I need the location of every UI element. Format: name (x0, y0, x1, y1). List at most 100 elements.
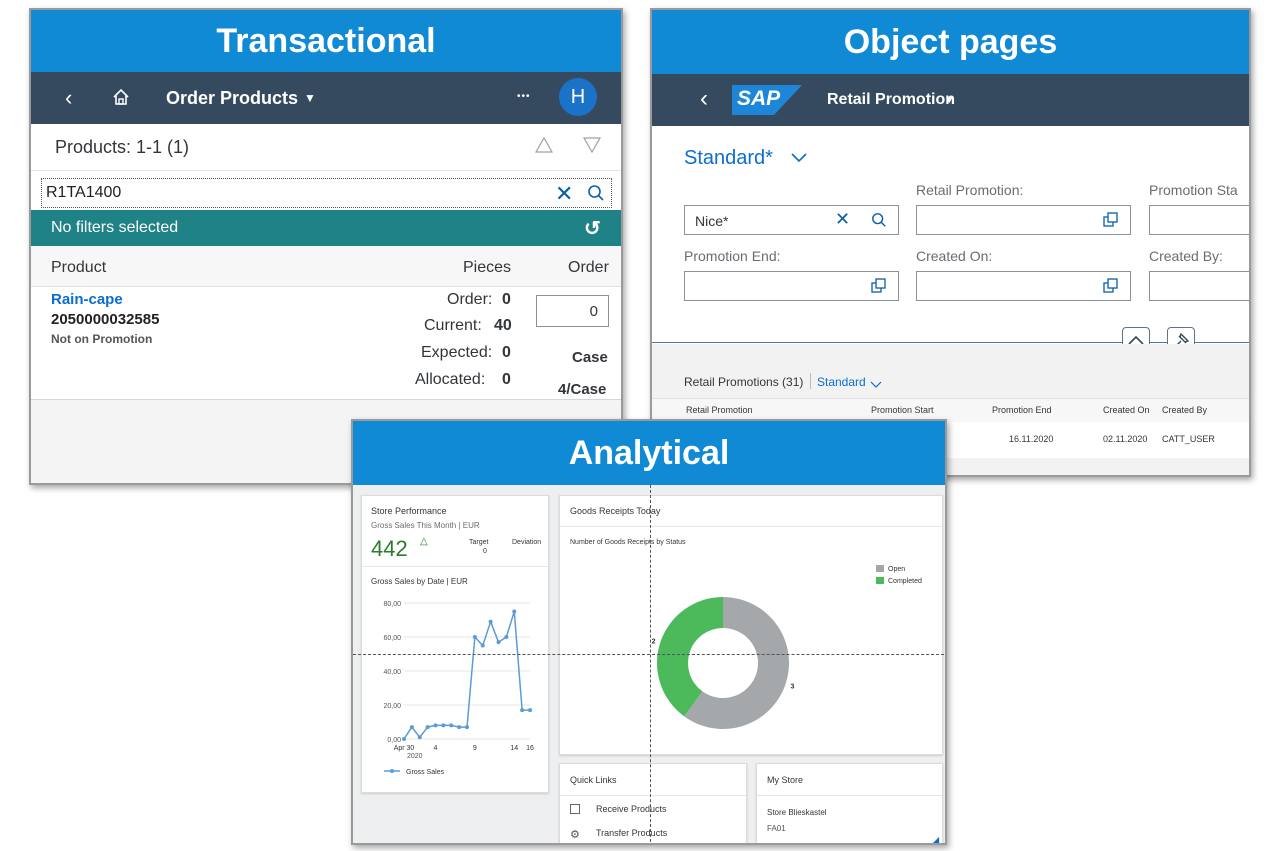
home-icon[interactable] (111, 87, 131, 112)
quick-links-card: Quick Links Receive Products ⚙ Transfer … (559, 763, 747, 843)
x-tick-label: 4 (434, 745, 438, 752)
y-tick-label: 20,00 (383, 703, 401, 710)
x-tick-label: 14 (510, 745, 518, 752)
data-point (441, 723, 446, 728)
object-pages-panel: Object pages ‹ SAP Retail Promotion ▼ St… (650, 8, 1251, 477)
table-row[interactable]: Rain-cape 2050000032585 Not on Promotion… (31, 287, 621, 400)
variant-selector[interactable]: Standard* (684, 147, 773, 170)
chart-subtitle: Number of Goods Receipts by Status (570, 539, 686, 546)
value-help-icon[interactable] (871, 278, 887, 299)
header-divider (652, 342, 1249, 343)
data-point (512, 609, 517, 614)
app-title[interactable]: Order Products (166, 88, 298, 109)
data-point (417, 735, 422, 740)
promotion-status: Not on Promotion (51, 332, 153, 346)
analytical-banner: Analytical (353, 421, 945, 485)
created-on-input[interactable] (916, 271, 1131, 301)
divider (560, 526, 942, 527)
transfer-icon: ⚙ (570, 829, 580, 841)
search-icon[interactable] (587, 184, 605, 207)
col-promotion-end: Promotion End (992, 405, 1052, 415)
data-point (465, 725, 469, 730)
x-tick-label: 16 (526, 745, 534, 752)
data-point (402, 737, 406, 741)
data-label: 2 (652, 638, 656, 645)
divider (757, 795, 942, 796)
goods-receipts-card[interactable]: Goods Receipts Today Number of Goods Rec… (559, 495, 943, 755)
allocated-label: Allocated: (415, 371, 486, 388)
label-promotion-end: Promotion End: (684, 248, 781, 264)
app-title[interactable]: Retail Promotion (827, 91, 955, 109)
created-by-input[interactable] (1149, 271, 1249, 301)
divider (560, 795, 746, 796)
current-label: Current: (424, 317, 482, 334)
kpi-value: 442 (371, 536, 408, 561)
sap-logo: SAP (732, 85, 802, 120)
store-name: Store Blieskastel (767, 808, 827, 817)
store-code: FA01 (767, 824, 786, 833)
order-quantity-value: 0 (589, 303, 598, 320)
analytical-panel: Analytical Store Performance Gross Sales… (351, 419, 947, 845)
target-value: 0 (483, 548, 487, 555)
value-help-icon[interactable] (1103, 212, 1119, 233)
table-variant[interactable]: Standard (817, 375, 866, 389)
data-point (409, 725, 414, 730)
sort-up-icon[interactable] (534, 135, 554, 160)
trend-up-icon: △ (420, 536, 428, 547)
promotion-start-input[interactable] (1149, 205, 1249, 235)
y-tick-label: 60,00 (383, 635, 401, 642)
search-input[interactable]: R1TA1400 ✕ (41, 178, 612, 208)
deviation-label: Deviation (512, 539, 542, 546)
my-store-card[interactable]: My Store Store Blieskastel FA01 ◢ (756, 763, 943, 843)
current-value: 40 (494, 317, 512, 334)
col-product: Product (51, 259, 107, 276)
order-quantity-input[interactable]: 0 (536, 295, 609, 327)
clear-icon[interactable]: ✕ (555, 181, 573, 207)
clear-icon[interactable]: ✕ (835, 209, 850, 230)
avatar[interactable]: H (559, 78, 597, 116)
search-icon[interactable] (871, 212, 887, 233)
list-header: Products: 1-1 (1) (31, 124, 621, 171)
product-link[interactable]: Rain-cape (51, 291, 123, 308)
col-pieces: Pieces (463, 259, 512, 276)
retail-promotion-input[interactable] (916, 205, 1131, 235)
caret-down-icon[interactable]: ▼ (304, 91, 316, 105)
allocated-value: 0 (502, 371, 511, 388)
object-pages-banner: Object pages (652, 10, 1249, 74)
legend-label: Open (888, 566, 905, 573)
store-performance-card[interactable]: Store Performance Gross Sales This Month… (361, 495, 549, 793)
filter-bar[interactable]: No filters selected ↺ (31, 210, 621, 246)
overflow-icon[interactable]: ••• (517, 91, 531, 102)
data-point (480, 643, 485, 648)
cell-created-by: CATT_USER (1162, 434, 1215, 444)
order-value: 0 (502, 291, 511, 308)
legend-label: Completed (888, 578, 922, 585)
y-tick-label: 40,00 (383, 669, 401, 676)
chevron-down-icon[interactable] (870, 376, 882, 394)
legend-swatch (876, 577, 884, 584)
col-retail-promotion: Retail Promotion (686, 405, 753, 415)
target-label: Target (469, 539, 489, 546)
x-tick-sub-label: 2020 (407, 753, 423, 760)
label-created-by: Created By: (1149, 248, 1223, 264)
legend-swatch (876, 565, 884, 572)
legend-label: Gross Sales (406, 769, 445, 776)
caret-down-icon[interactable]: ▼ (944, 94, 955, 106)
value-help-icon[interactable] (1103, 278, 1119, 299)
chevron-down-icon[interactable] (790, 150, 808, 169)
quick-link-receive[interactable]: Receive Products (596, 804, 667, 814)
reset-icon[interactable]: ↺ (584, 216, 601, 241)
sort-down-icon[interactable] (582, 135, 602, 160)
card-title: Goods Receipts Today (570, 506, 661, 516)
quick-link-transfer[interactable]: Transfer Products (596, 828, 667, 838)
search-input[interactable]: Nice* ✕ (684, 205, 899, 235)
back-icon[interactable]: ‹ (700, 85, 708, 113)
card-title: Quick Links (570, 775, 617, 785)
search-value: Nice* (695, 213, 729, 229)
promotion-end-input[interactable] (684, 271, 899, 301)
x-tick-label: 9 (473, 745, 477, 752)
back-icon[interactable]: ‹ (65, 85, 72, 111)
data-point (520, 708, 525, 713)
shell-bar: ‹ SAP Retail Promotion ▼ (652, 74, 1249, 126)
label-created-on: Created On: (916, 248, 993, 264)
